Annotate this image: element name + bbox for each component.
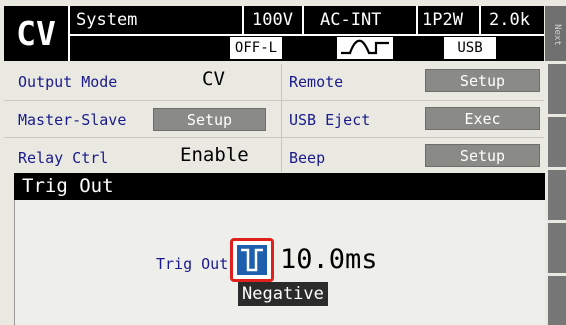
mode-text: CV xyxy=(16,14,56,53)
instrument-screen: CV System 100V AC-INT 1P2W 2.0k OFF-L US… xyxy=(0,0,566,325)
output-mode-label: Output Mode xyxy=(18,73,118,91)
usb-eject-label: USB Eject xyxy=(289,111,371,129)
negative-pulse-icon xyxy=(237,245,267,275)
softkey-tab-3[interactable] xyxy=(548,170,566,220)
input-source: AC-INT xyxy=(320,10,382,30)
beep-setup-button[interactable]: Setup xyxy=(425,144,540,167)
relay-ctrl-label: Relay Ctrl xyxy=(18,149,109,167)
next-page-tab[interactable]: Next xyxy=(545,6,566,61)
master-slave-setup-button[interactable]: Setup xyxy=(153,108,266,131)
ac-waveform-icon xyxy=(337,37,393,59)
softkey-tab-5[interactable] xyxy=(548,276,566,325)
output-state-badge: OFF-L xyxy=(230,37,282,59)
usb-eject-exec-button[interactable]: Exec xyxy=(425,107,540,130)
trig-out-panel: Trig Out 10.0ms Negative xyxy=(14,200,545,325)
mode-indicator: CV xyxy=(4,6,68,61)
trig-pulse-selector[interactable] xyxy=(230,238,274,282)
trig-out-label: Trig Out xyxy=(156,255,229,273)
softkey-tab-2[interactable] xyxy=(548,117,566,167)
trig-out-title-bar: Trig Out xyxy=(14,173,545,200)
relay-ctrl-value[interactable]: Enable xyxy=(180,142,249,168)
softkey-tab-1[interactable] xyxy=(548,64,566,114)
status-header: CV System 100V AC-INT 1P2W 2.0k OFF-L US… xyxy=(4,6,544,61)
voltage-range: 100V xyxy=(252,10,293,30)
trig-out-width-value[interactable]: 10.0ms xyxy=(280,244,378,276)
capacity: 2.0k xyxy=(489,10,530,30)
remote-label: Remote xyxy=(289,73,344,91)
beep-label: Beep xyxy=(289,149,326,167)
wiring-mode: 1P2W xyxy=(422,10,463,30)
interface-badge: USB xyxy=(444,37,496,59)
trig-out-title: Trig Out xyxy=(22,175,114,197)
softkey-tab-4[interactable] xyxy=(548,223,566,273)
remote-setup-button[interactable]: Setup xyxy=(425,69,540,92)
master-slave-label: Master-Slave xyxy=(18,111,127,129)
trig-polarity-value[interactable]: Negative xyxy=(238,282,328,306)
screen-title: System xyxy=(76,10,138,30)
next-label: Next xyxy=(551,24,562,46)
output-mode-value[interactable]: CV xyxy=(202,66,225,92)
